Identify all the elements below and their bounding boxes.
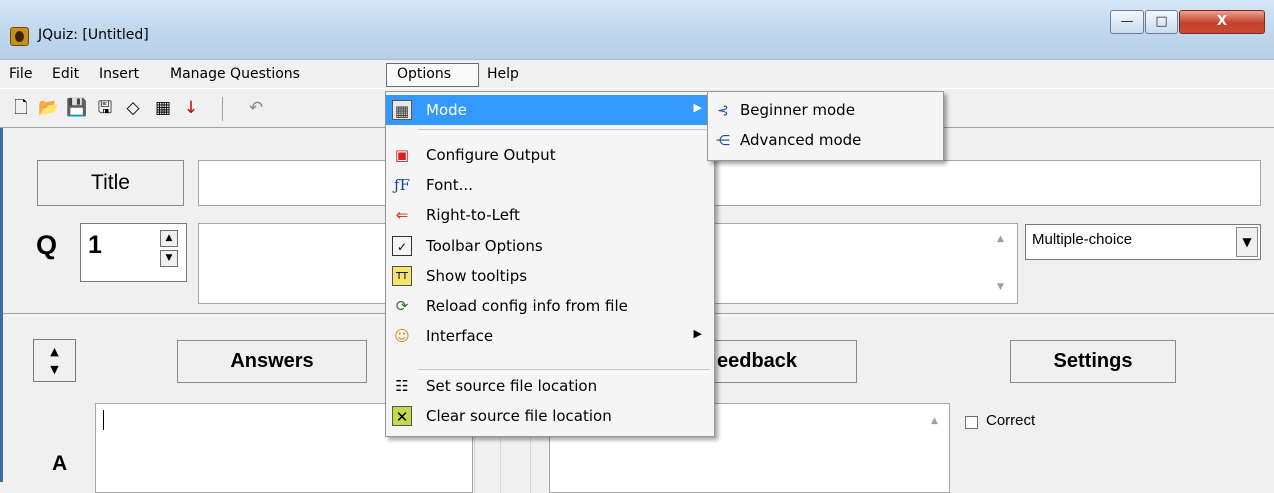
menu-item-label: Advanced mode xyxy=(740,131,862,149)
question-type-select[interactable]: Multiple-choice xyxy=(1025,224,1261,260)
jquiz-app-icon[interactable] xyxy=(10,27,29,46)
submenu-arrow-icon: ▶ xyxy=(693,327,702,340)
menu-item-label: Set source file location xyxy=(426,377,598,395)
toolbar-separator xyxy=(222,97,223,121)
mode-icon: ▦ xyxy=(392,100,412,120)
clear-source-icon: ✕ xyxy=(392,406,412,426)
menu-separator xyxy=(418,129,710,133)
menu-help[interactable]: Help xyxy=(487,66,519,82)
question-label: Q xyxy=(36,230,58,260)
text-caret xyxy=(103,410,104,430)
undo-icon[interactable]: ↶ xyxy=(245,97,267,119)
menu-item-label: Reload config info from file xyxy=(426,297,628,315)
menu-item-advanced-mode[interactable]: ⋲ Advanced mode xyxy=(708,126,943,156)
menu-item-configure-output[interactable]: ▣ Configure Output xyxy=(386,140,714,170)
scroll-up-icon[interactable]: ▲ xyxy=(931,416,938,426)
reload-config-icon: ⟳ xyxy=(395,297,409,315)
maximize-button[interactable]: □ xyxy=(1145,10,1178,34)
right-to-left-icon: ⇐ xyxy=(395,206,409,224)
options-menu: ▦ Mode ▶ ▣ Configure Output ƒF Font... ⇐… xyxy=(385,91,715,437)
menu-item-label: Toolbar Options xyxy=(426,237,543,255)
spin-down-icon[interactable]: ▼ xyxy=(160,250,178,267)
set-source-icon: ☷ xyxy=(395,377,409,395)
tooltips-icon: TT xyxy=(392,266,412,286)
menu-item-label: Beginner mode xyxy=(740,101,855,119)
menu-item-label: Show tooltips xyxy=(426,267,528,285)
advanced-mode-icon: ⋲ xyxy=(716,133,730,149)
answers-button[interactable]: Answers xyxy=(177,340,367,383)
menu-manage-questions[interactable]: Manage Questions xyxy=(170,66,300,82)
chevron-down-icon[interactable]: ▼ xyxy=(1236,227,1258,257)
window-title: JQuiz: [Untitled] xyxy=(38,27,149,43)
open-folder-icon[interactable]: 📂 xyxy=(38,97,60,119)
feedback-button[interactable]: eedback xyxy=(690,340,857,383)
menu-item-font[interactable]: ƒF Font... xyxy=(386,170,714,200)
menu-file[interactable]: File xyxy=(9,66,32,82)
minimize-button[interactable]: — xyxy=(1110,10,1144,34)
menu-item-show-tooltips[interactable]: TT Show tooltips xyxy=(386,261,714,291)
export-icon[interactable]: ▦ xyxy=(152,97,174,119)
new-file-icon[interactable]: 🗋 xyxy=(10,97,32,119)
menu-item-clear-source[interactable]: ✕ Clear source file location xyxy=(386,401,714,431)
correct-label: Correct xyxy=(986,412,1036,429)
title-input[interactable] xyxy=(198,160,1261,206)
spin-up-icon[interactable]: ▲ xyxy=(160,230,178,247)
menu-item-toolbar-options[interactable]: ✓ Toolbar Options xyxy=(386,231,714,261)
question-number: 1 xyxy=(88,231,102,259)
settings-button[interactable]: Settings xyxy=(1010,340,1176,383)
reorder-arrows-icon[interactable]: ▲ ▼ xyxy=(33,339,76,382)
menu-item-mode[interactable]: ▦ Mode ▶ xyxy=(386,95,714,125)
configure-output-icon: ▣ xyxy=(394,146,410,164)
menu-item-reload-config[interactable]: ⟳ Reload config info from file xyxy=(386,291,714,321)
window-title-bar[interactable] xyxy=(0,0,1274,60)
submenu-arrow-icon: ▶ xyxy=(693,101,702,114)
menu-item-label: Mode xyxy=(426,101,467,119)
close-button[interactable]: X xyxy=(1179,10,1265,34)
menu-item-label: Right-to-Left xyxy=(426,206,520,224)
menu-options[interactable]: Options xyxy=(386,63,479,87)
menu-item-set-source[interactable]: ☷ Set source file location xyxy=(386,371,714,401)
save-icon[interactable]: 💾 xyxy=(66,97,88,119)
mode-submenu: ⊰ Beginner mode ⋲ Advanced mode xyxy=(707,91,944,161)
interface-icon: ☺ xyxy=(394,327,410,345)
correct-checkbox[interactable] xyxy=(965,416,978,429)
save-as-icon[interactable]: 🖫 xyxy=(94,97,116,119)
menu-edit[interactable]: Edit xyxy=(52,66,79,82)
answer-label: A xyxy=(52,452,68,475)
font-icon: ƒF xyxy=(394,176,410,194)
menu-item-beginner-mode[interactable]: ⊰ Beginner mode xyxy=(708,96,943,126)
scroll-up-icon[interactable]: ▲ xyxy=(997,234,1004,244)
scroll-down-icon[interactable]: ▼ xyxy=(997,282,1004,292)
title-button[interactable]: Title xyxy=(37,160,184,206)
download-arrow-icon[interactable]: ↓ xyxy=(180,97,202,119)
menu-item-label: Configure Output xyxy=(426,146,556,164)
menu-item-label: Font... xyxy=(426,176,473,194)
erase-icon[interactable]: ◇ xyxy=(122,97,144,119)
beginner-mode-icon: ⊰ xyxy=(717,103,729,119)
menu-item-right-to-left[interactable]: ⇐ Right-to-Left xyxy=(386,200,714,230)
menu-insert[interactable]: Insert xyxy=(99,66,139,82)
menu-item-interface[interactable]: ☺ Interface ▶ xyxy=(386,321,714,351)
menu-item-label: Interface xyxy=(426,327,494,345)
menu-item-label: Clear source file location xyxy=(426,407,612,425)
window-left-border xyxy=(0,128,3,482)
toolbar-options-icon: ✓ xyxy=(392,236,412,256)
